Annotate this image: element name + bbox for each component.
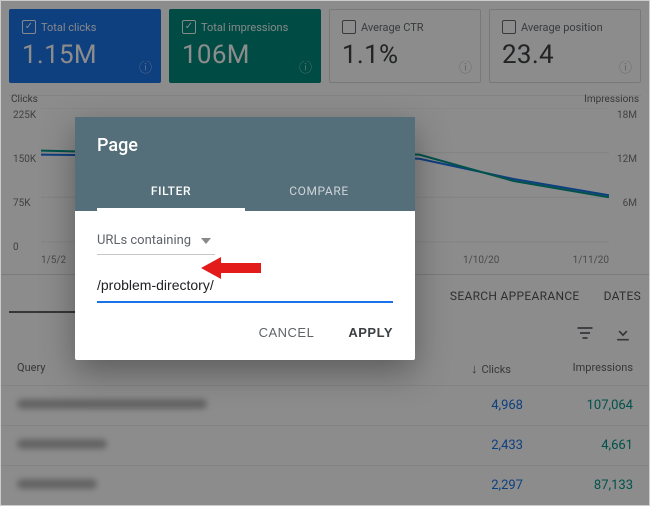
apply-button[interactable]: APPLY <box>336 317 405 348</box>
page-root: ✓Total clicks 1.15M ⓘ ✓Total impressions… <box>0 0 650 506</box>
cancel-button[interactable]: CANCEL <box>247 317 327 348</box>
dialog-body: URLs containing <box>75 211 415 307</box>
dialog-tab-filter[interactable]: FILTER <box>97 174 245 211</box>
page-filter-dialog: Page FILTER COMPARE URLs containing CANC… <box>75 117 415 360</box>
dialog-actions: CANCEL APPLY <box>75 307 415 360</box>
filter-value-input[interactable] <box>97 275 393 295</box>
filter-type-select[interactable]: URLs containing <box>97 229 215 255</box>
select-value: URLs containing <box>97 233 191 248</box>
dialog-tabs: FILTER COMPARE <box>97 174 393 211</box>
chevron-down-icon <box>201 238 211 244</box>
dialog-header: Page FILTER COMPARE <box>75 117 415 211</box>
dialog-title: Page <box>97 135 393 156</box>
filter-input-wrap <box>97 275 393 303</box>
dialog-tab-compare[interactable]: COMPARE <box>245 174 393 211</box>
